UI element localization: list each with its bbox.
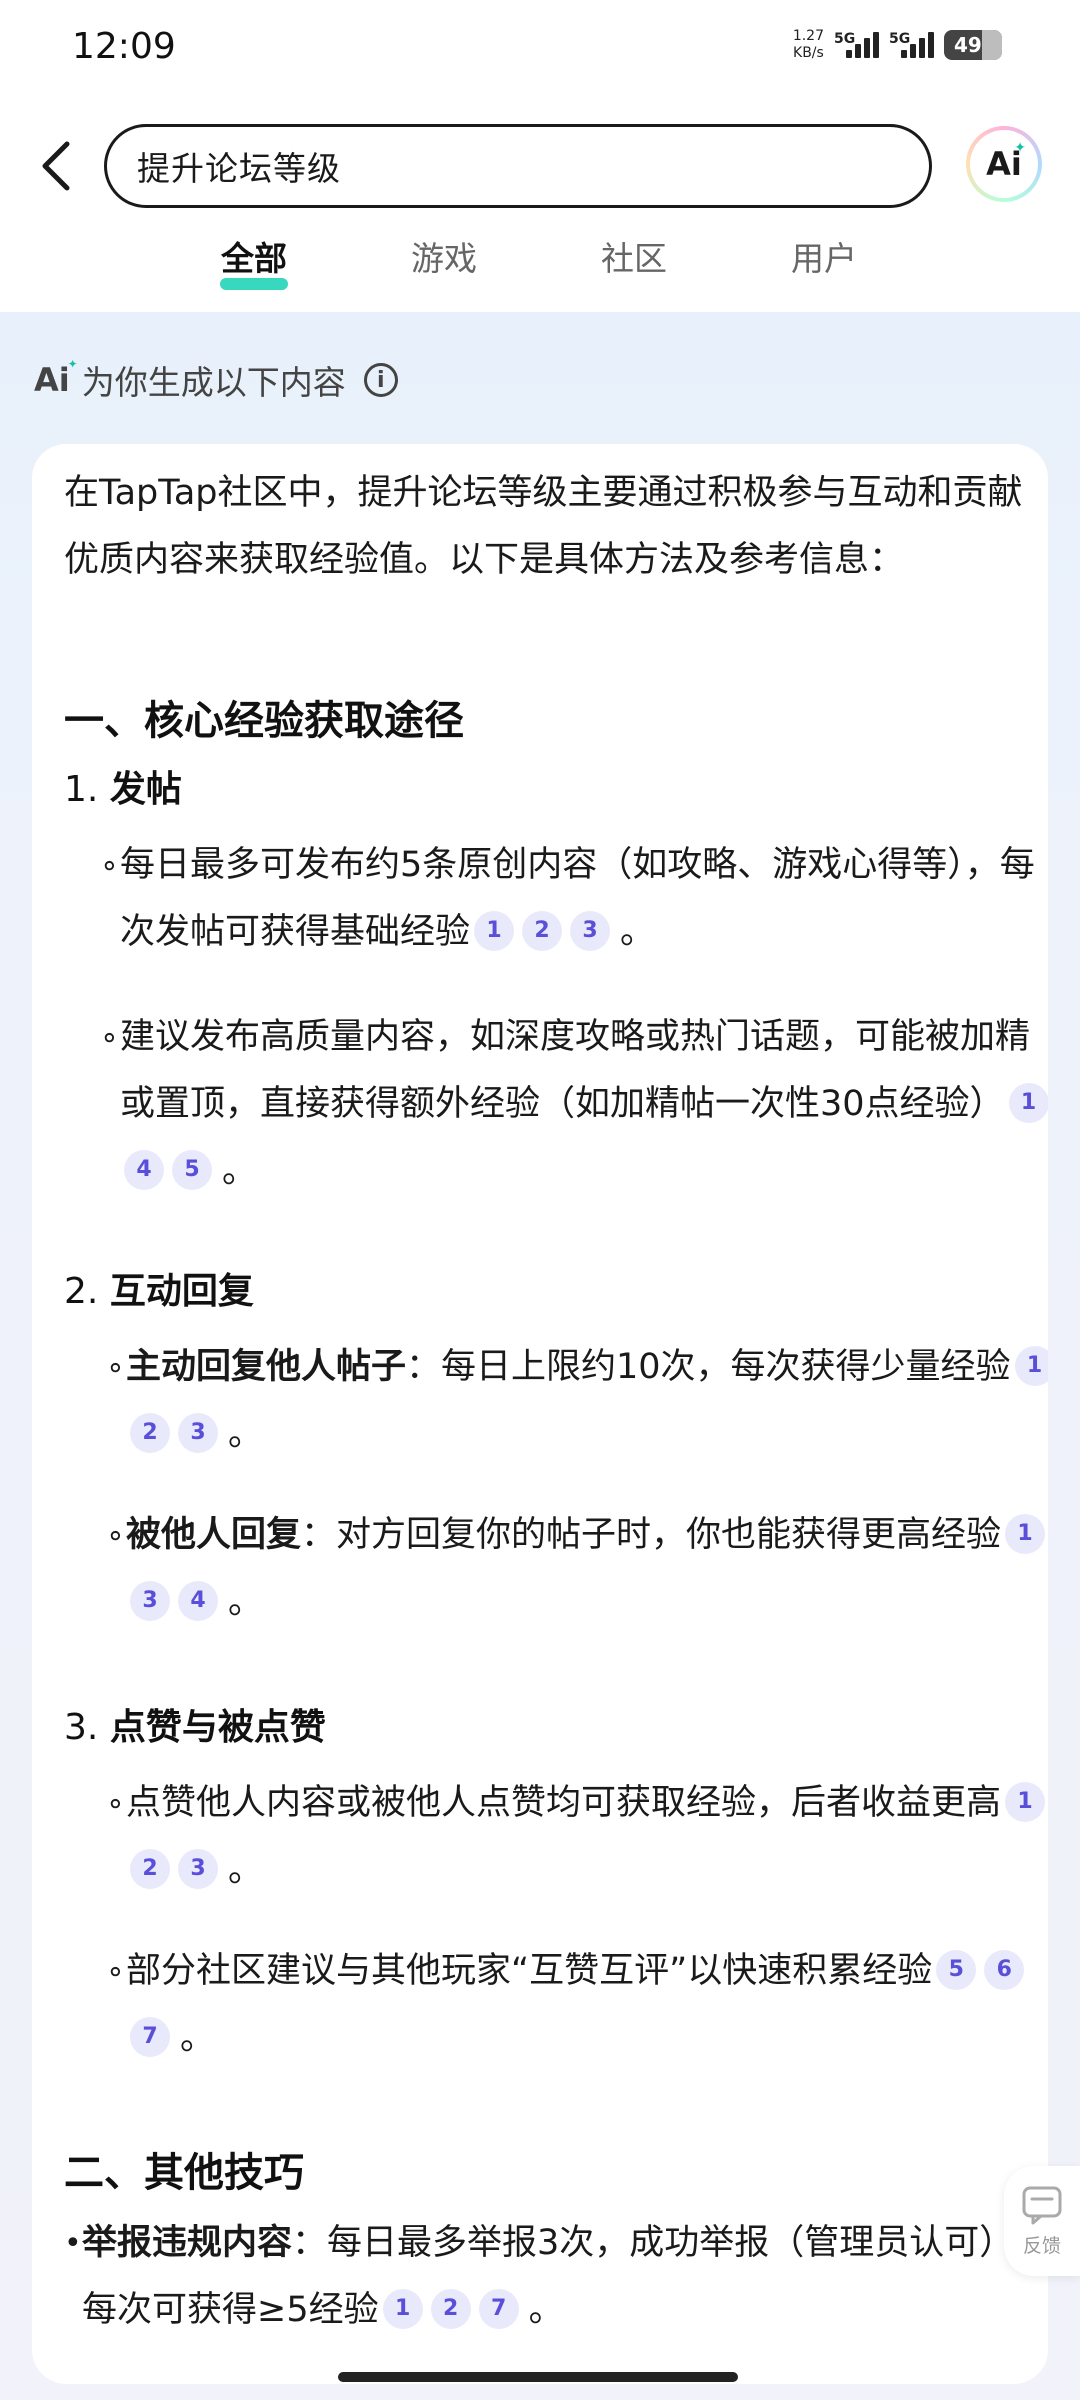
tab-games-label: 游戏 [411,239,477,278]
tab-all-label: 全部 [221,239,287,278]
citation-badge[interactable]: 3 [570,911,611,951]
ai-generated-header: Ai ✦ 为你生成以下内容 i [34,356,398,404]
back-button[interactable] [26,134,86,198]
ai-badge-icon: Ai ✦ [34,357,78,399]
battery-level: 49 [954,33,982,57]
ai-generated-label: 为你生成以下内容 [81,363,346,402]
home-indicator[interactable] [338,2372,738,2382]
status-bar: 12:09 1.27 KB/s 5G 5G 49 [0,0,1080,100]
sparkle-icon: ✦ [1014,140,1026,156]
citation-badge[interactable]: 7 [478,2289,519,2329]
search-query: 提升论坛等级 [137,149,341,188]
back-arrow-icon [42,141,70,191]
status-icons: 1.27 KB/s 5G 5G 49 [793,28,1002,62]
signal-bars-icon-2 [901,32,934,58]
ai-assistant-button[interactable]: Ai ✦ [966,126,1042,202]
list-item: ∘ 部分社区建议与其他玩家“互赞互评”以快速积累经验 5 67。 [106,1938,1048,2072]
heading-core-methods: 一、核心经验获取途径 [64,698,464,744]
citation-badge[interactable]: 2 [522,911,563,951]
citation-badge[interactable]: 1 [1005,1782,1046,1822]
citation-badge[interactable]: 1 [474,911,515,951]
list-item: ∘ 点赞他人内容或被他人点赞均可获取经验，后者收益更高 12 3。 [106,1770,1048,1904]
search-input[interactable]: 提升论坛等级 [104,124,932,208]
citation-badge[interactable]: 1 [1014,1346,1048,1386]
network-speed: 1.27 KB/s [793,28,824,62]
heading-other-tips: 二、其他技巧 [64,2150,304,2196]
citation-badge[interactable]: 4 [178,1581,218,1621]
status-time: 12:09 [72,26,176,67]
network-speed-value: 1.27 [792,28,824,44]
citation-badge[interactable]: 2 [130,1413,170,1453]
citation-badge[interactable]: 2 [130,1849,170,1889]
search-header: 提升论坛等级 Ai ✦ [0,120,1080,212]
signal-bars-icon [846,32,879,58]
citation-badge[interactable]: 1 [382,2289,423,2329]
list-item: ∘ 建议发布高质量内容，如深度攻略或热门话题，可能被加精或置顶，直接获得额外经验… [100,1004,1048,1205]
list-item: ∘ 主动回复他人帖子：每日上限约10次，每次获得少量经验 12 3。 [106,1334,1048,1468]
tab-users-label: 用户 [791,239,857,278]
feedback-label: 反馈 [1022,2234,1061,2257]
section-posting-title: 1. 发帖 [64,769,182,810]
citation-badge[interactable]: 3 [178,1849,218,1889]
tab-users[interactable]: 用户 [784,232,864,280]
feedback-button[interactable]: 反馈 [1004,2166,1080,2276]
ai-answer-card: 在TapTap社区中，提升论坛等级主要通过积极参与互动和贡献优质内容来获取经验值… [32,444,1048,2384]
signal-icon: 5G [834,32,879,58]
intro-paragraph: 在TapTap社区中，提升论坛等级主要通过积极参与互动和贡献优质内容来获取经验值… [64,473,1023,580]
citation-badge[interactable]: 1 [1005,1514,1046,1554]
citation-badge[interactable]: 5 [172,1150,212,1190]
battery-icon: 49 [944,30,1002,60]
citation-badge[interactable]: 5 [936,1950,977,1990]
list-item: • 举报违规内容：每日最多举报3次，成功举报（管理员认可）每次可获得≥5经验 1 2… [64,2223,1015,2330]
section-likes-title: 3. 点赞与被点赞 [64,1707,326,1748]
search-tabs: 全部 游戏 社区 用户 [0,232,1080,312]
tab-games[interactable]: 游戏 [404,232,484,280]
feedback-icon [1022,2186,1062,2224]
list-item: ∘ 被他人回复：对方回复你的帖子时，你也能获得更高经验 13 4。 [106,1502,1048,1636]
citation-badge[interactable]: 7 [130,2017,170,2057]
citation-badge[interactable]: 1 [1008,1083,1048,1123]
signal-icon-2: 5G [889,32,934,58]
citation-badge[interactable]: 3 [178,1413,218,1453]
citation-badge[interactable]: 2 [430,2289,471,2329]
section-interaction-title: 2. 互动回复 [64,1271,254,1312]
citation-badge[interactable]: 3 [130,1581,170,1621]
tab-community[interactable]: 社区 [594,232,674,280]
network-speed-unit: KB/s [793,45,824,61]
citation-badge[interactable]: 6 [984,1950,1025,1990]
list-item: ∘ 每日最多可发布约5条原创内容（如攻略、游戏心得等），每次发帖可获得基础经验 1… [100,845,1035,952]
tab-community-label: 社区 [601,239,667,278]
tab-active-indicator [220,278,288,290]
info-icon[interactable]: i [363,363,398,397]
citation-badge[interactable]: 4 [124,1150,164,1190]
tab-all[interactable]: 全部 [214,232,294,290]
